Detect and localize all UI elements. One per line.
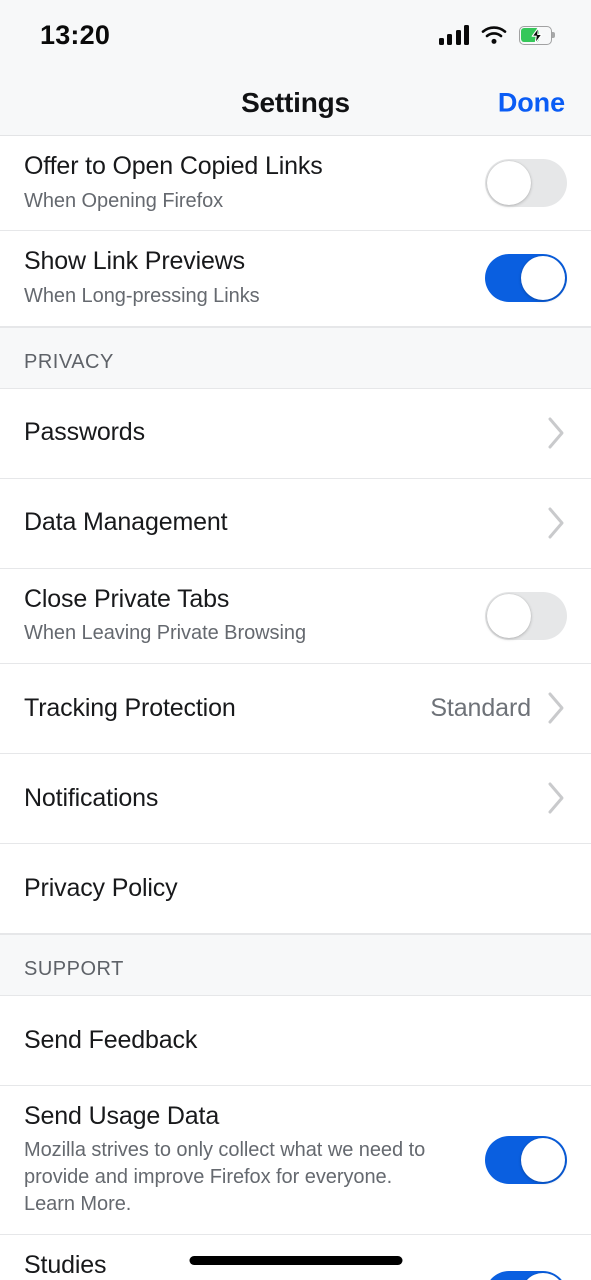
row-subtitle-show-link-previews: When Long-pressing Links bbox=[24, 284, 260, 307]
row-title-passwords: Passwords bbox=[24, 418, 145, 447]
row-accessory bbox=[533, 781, 567, 815]
toggle-close-private-tabs[interactable] bbox=[485, 591, 567, 640]
row-title-notifications: Notifications bbox=[24, 783, 159, 812]
battery-charging-icon bbox=[519, 25, 555, 45]
toggle-knob bbox=[521, 1273, 565, 1280]
row-accessory bbox=[471, 1271, 567, 1280]
row-title-offer-to-open-copied-links: Offer to Open Copied Links bbox=[24, 152, 323, 180]
row-text: Privacy Policy bbox=[24, 858, 553, 920]
row-show-link-previews[interactable]: Show Link Previews When Long-pressing Lin… bbox=[0, 231, 591, 327]
row-subtitle-close-private-tabs: When Leaving Private Browsing bbox=[24, 622, 307, 645]
row-accessory bbox=[471, 254, 567, 303]
toggle-knob bbox=[521, 1137, 565, 1182]
row-passwords[interactable]: Passwords bbox=[0, 388, 591, 479]
home-indicator[interactable] bbox=[189, 1256, 402, 1265]
section-header-privacy: PRIVACY bbox=[0, 326, 591, 389]
row-accessory bbox=[471, 1135, 567, 1184]
section-header-support: SUPPORT bbox=[0, 933, 591, 996]
row-accessory bbox=[471, 591, 567, 640]
row-offer-to-open-copied-links[interactable]: Offer to Open Copied Links When Opening F… bbox=[0, 136, 591, 232]
row-text: Passwords bbox=[24, 402, 533, 464]
chevron-right-icon bbox=[548, 417, 564, 449]
row-accessory: Standard bbox=[416, 691, 567, 725]
row-text: Send Usage Data Mozilla strives to only c… bbox=[24, 1086, 471, 1234]
row-title-send-feedback: Send Feedback bbox=[24, 1025, 198, 1054]
row-subtitle-offer-to-open-copied-links: When Opening Firefox bbox=[24, 189, 224, 212]
done-button[interactable]: Done bbox=[498, 87, 565, 118]
row-privacy-policy[interactable]: Privacy Policy bbox=[0, 843, 591, 934]
row-detail-tracking-protection: Standard bbox=[430, 693, 531, 722]
settings-screen: 13:20 Settings Done Offer to Open Copied… bbox=[0, 0, 591, 1280]
row-subtitle-send-usage-data: Mozilla strives to only collect what we … bbox=[24, 1139, 426, 1215]
row-accessory bbox=[471, 159, 567, 208]
row-text: Send Feedback bbox=[24, 1010, 553, 1072]
row-accessory bbox=[533, 506, 567, 540]
status-bar-time: 13:20 bbox=[40, 19, 111, 50]
chevron-right-icon bbox=[548, 782, 564, 814]
row-title-tracking-protection: Tracking Protection bbox=[24, 693, 236, 722]
status-bar-indicators bbox=[438, 25, 555, 45]
row-send-feedback[interactable]: Send Feedback bbox=[0, 995, 591, 1086]
row-text: Offer to Open Copied Links When Opening F… bbox=[24, 136, 471, 230]
row-title-send-usage-data: Send Usage Data bbox=[24, 1101, 220, 1130]
toggle-offer-to-open-copied-links[interactable] bbox=[485, 159, 567, 208]
navigation-bar: Settings Done bbox=[0, 70, 591, 136]
toggle-send-usage-data[interactable] bbox=[485, 1135, 567, 1184]
row-text: Tracking Protection bbox=[24, 678, 416, 740]
row-text: Close Private Tabs When Leaving Private B… bbox=[24, 569, 471, 663]
row-title-privacy-policy: Privacy Policy bbox=[24, 873, 178, 902]
status-bar: 13:20 bbox=[0, 0, 591, 70]
row-send-usage-data[interactable]: Send Usage Data Mozilla strives to only c… bbox=[0, 1085, 591, 1235]
toggle-knob bbox=[487, 593, 531, 638]
settings-list: Offer to Open Copied Links When Opening F… bbox=[0, 136, 591, 1280]
toggle-show-link-previews[interactable] bbox=[485, 254, 567, 303]
cellular-bars-icon bbox=[438, 25, 469, 45]
row-close-private-tabs[interactable]: Close Private Tabs When Leaving Private B… bbox=[0, 568, 591, 664]
row-tracking-protection[interactable]: Tracking Protection Standard bbox=[0, 663, 591, 754]
row-text: Notifications bbox=[24, 768, 533, 830]
row-accessory bbox=[533, 416, 567, 450]
chevron-right-icon bbox=[548, 692, 564, 724]
row-data-management[interactable]: Data Management bbox=[0, 478, 591, 569]
toggle-knob bbox=[521, 256, 565, 301]
toggle-studies[interactable] bbox=[485, 1271, 567, 1280]
row-title-data-management: Data Management bbox=[24, 508, 228, 537]
row-title-show-link-previews: Show Link Previews bbox=[24, 247, 246, 276]
chevron-right-icon bbox=[548, 507, 564, 539]
row-text: Data Management bbox=[24, 492, 533, 554]
row-notifications[interactable]: Notifications bbox=[0, 753, 591, 844]
row-text: Show Link Previews When Long-pressing Lin… bbox=[24, 231, 471, 325]
row-title-close-private-tabs: Close Private Tabs bbox=[24, 584, 230, 613]
toggle-knob bbox=[487, 161, 531, 206]
wifi-icon bbox=[481, 25, 507, 45]
page-title: Settings bbox=[241, 86, 350, 118]
